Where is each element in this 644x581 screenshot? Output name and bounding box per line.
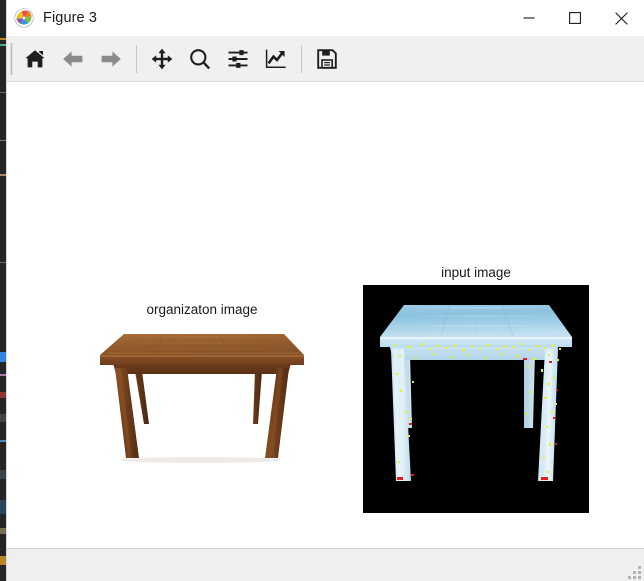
backdrop-artifact	[0, 174, 7, 176]
sliders-icon	[228, 50, 248, 68]
zoom-button[interactable]	[181, 39, 219, 79]
backdrop-artifact	[0, 470, 7, 479]
edit-parameters-button[interactable]	[257, 39, 295, 79]
backdrop-artifact	[0, 352, 7, 362]
axes-input-image[interactable]	[363, 285, 589, 513]
toolbar-separator	[136, 45, 137, 73]
backdrop-artifact	[0, 92, 7, 93]
move-cross-arrows-icon	[151, 48, 173, 70]
backdrop-artifact	[0, 556, 7, 565]
blue-table-segmented-photo	[363, 285, 589, 513]
resize-grip-icon[interactable]	[628, 566, 641, 579]
arrow-left-icon	[63, 51, 83, 67]
backdrop-artifact	[0, 500, 7, 514]
toolbar-drag-handle[interactable]	[7, 37, 16, 81]
toolbar-separator	[301, 45, 302, 73]
figure-window: Figure 3 organizaton image input image	[7, 0, 644, 581]
home-icon	[25, 50, 45, 68]
configure-subplots-button[interactable]	[219, 39, 257, 79]
floppy-disk-icon	[317, 49, 337, 69]
title-bar[interactable]: Figure 3	[7, 0, 644, 37]
save-figure-button[interactable]	[308, 39, 346, 79]
forward-button[interactable]	[92, 39, 130, 79]
chart-line-icon	[265, 49, 286, 68]
backdrop-artifact	[0, 392, 7, 398]
maximize-button[interactable]	[552, 0, 598, 36]
figure-canvas[interactable]: organizaton image input image	[7, 82, 644, 548]
close-icon	[614, 11, 628, 25]
pan-button[interactable]	[143, 39, 181, 79]
backdrop-artifact	[0, 44, 7, 46]
backdrop-artifact	[0, 374, 7, 376]
backdrop-artifact	[0, 528, 7, 534]
maximize-icon	[569, 12, 581, 24]
status-bar	[7, 548, 644, 581]
home-button[interactable]	[16, 39, 54, 79]
backdrop-artifact	[0, 38, 7, 40]
back-button[interactable]	[54, 39, 92, 79]
backdrop-artifact	[0, 414, 7, 422]
window-title: Figure 3	[43, 10, 97, 26]
minimize-button[interactable]	[506, 0, 552, 36]
navigation-toolbar	[7, 37, 644, 82]
backdrop-artifact	[0, 440, 7, 442]
window-controls	[506, 0, 644, 36]
matplotlib-logo-icon	[14, 8, 34, 28]
backdrop-artifact	[0, 262, 7, 263]
backdrop-artifact	[0, 140, 7, 141]
arrow-right-icon	[101, 51, 121, 67]
subplot-title-input: input image	[441, 265, 511, 280]
magnifier-icon	[190, 49, 211, 70]
subplot-input: input image	[7, 82, 644, 548]
minimize-icon	[523, 17, 535, 19]
close-button[interactable]	[598, 0, 644, 36]
